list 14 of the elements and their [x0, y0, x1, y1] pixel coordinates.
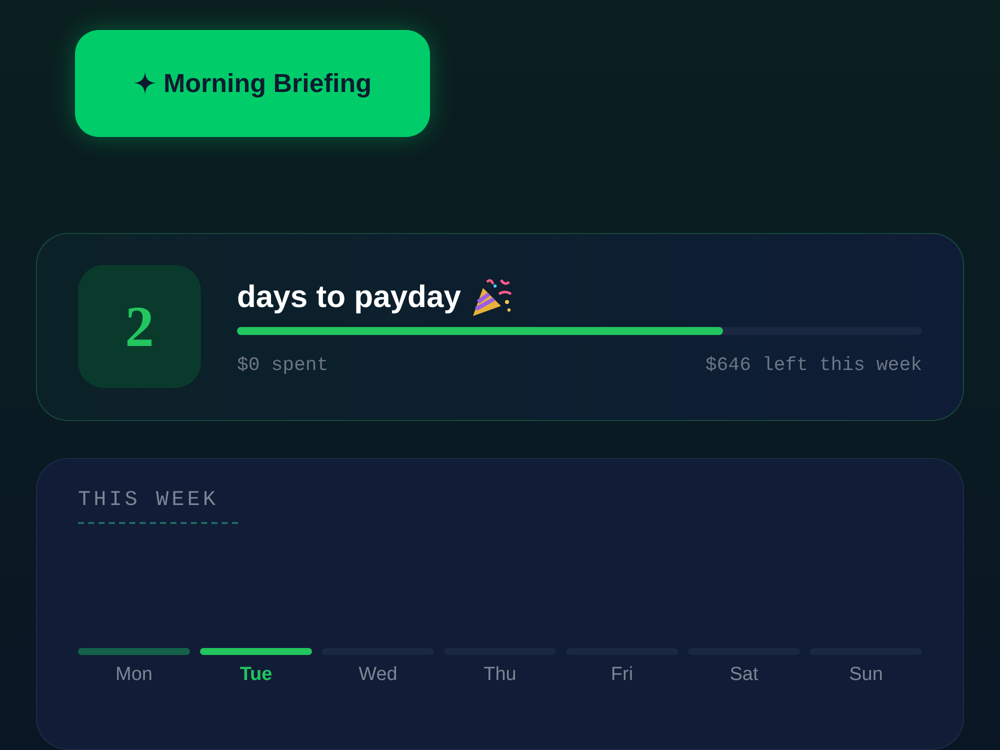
day-label[interactable]: Wed: [358, 661, 398, 690]
day-label[interactable]: Mon: [116, 661, 152, 690]
morning-briefing-button[interactable]: Morning Briefing: [75, 30, 430, 137]
spent-amount: $0 spent: [237, 352, 328, 378]
day-label[interactable]: Fri: [610, 661, 634, 690]
sparkle-icon: [134, 72, 156, 94]
day-label[interactable]: Sat: [730, 661, 758, 690]
week-heading: THIS WEEK: [78, 484, 238, 524]
day-label[interactable]: Tue: [240, 661, 272, 690]
day-label[interactable]: Thu: [484, 661, 516, 690]
day-label[interactable]: Sun: [849, 661, 883, 690]
remaining-amount: $646 left this week: [705, 352, 922, 378]
days-count-tile: 2: [78, 265, 201, 388]
payday-title: days to payday: [237, 278, 461, 316]
